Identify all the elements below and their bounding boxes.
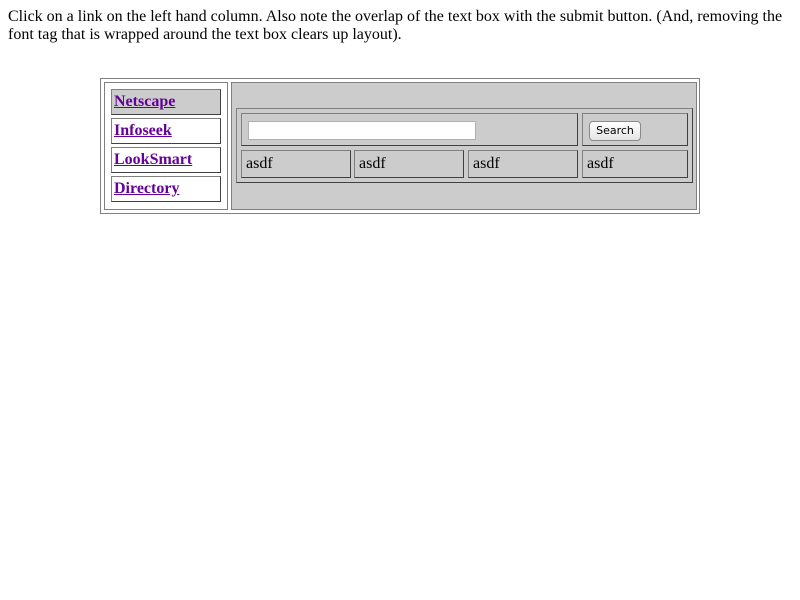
cell-text: asdf (359, 155, 386, 172)
cell-text: asdf (246, 155, 273, 172)
intro-text: Click on a link on the left hand column.… (8, 8, 783, 43)
table-cell: asdf (241, 150, 351, 178)
search-input-cell (241, 113, 578, 146)
search-button[interactable]: Search (589, 121, 641, 141)
nav-item-netscape: Netscape (111, 89, 221, 115)
nav-item-looksmart: LookSmart (111, 147, 221, 173)
nav-item-directory: Directory (111, 176, 221, 202)
table-cell: asdf (582, 150, 688, 178)
nav-column: Netscape Infoseek LookSmart Directory (104, 82, 228, 210)
search-button-cell: Search (582, 113, 688, 146)
nav-item-infoseek: Infoseek (111, 118, 221, 144)
directory-link[interactable]: Directory (114, 180, 179, 198)
content-column: Search asdf asdf asdf asdf (231, 82, 697, 210)
infoseek-link[interactable]: Infoseek (114, 122, 172, 140)
search-input[interactable] (248, 121, 476, 140)
cell-text: asdf (587, 155, 614, 172)
netscape-link[interactable]: Netscape (114, 93, 175, 111)
search-table: Search asdf asdf asdf asdf (236, 108, 693, 183)
table-cell: asdf (354, 150, 464, 178)
looksmart-link[interactable]: LookSmart (114, 151, 192, 169)
cell-text: asdf (473, 155, 500, 172)
outer-table: Netscape Infoseek LookSmart Directory Se… (100, 78, 700, 214)
table-cell: asdf (468, 150, 578, 178)
